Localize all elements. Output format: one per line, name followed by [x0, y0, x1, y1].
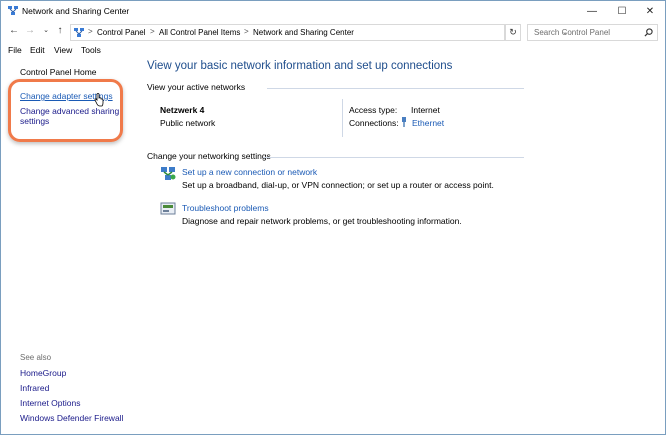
divider: [263, 157, 524, 158]
minimize-button[interactable]: —: [577, 1, 607, 21]
network-center-icon: [8, 6, 18, 15]
highlight-annotation: [8, 79, 123, 142]
breadcrumb-separator[interactable]: >: [150, 27, 155, 36]
divider-vertical: [342, 99, 343, 137]
refresh-icon[interactable]: ↻: [505, 24, 521, 41]
see-also-internet-options-link[interactable]: Internet Options: [20, 398, 80, 408]
menu-file[interactable]: File: [8, 45, 22, 55]
troubleshoot-icon: [160, 202, 176, 215]
hand-cursor-icon: [94, 93, 104, 107]
search-input[interactable]: [528, 25, 640, 40]
breadcrumb-control-panel[interactable]: Control Panel: [97, 28, 145, 37]
address-bar[interactable]: > Control Panel > All Control Panel Item…: [70, 24, 568, 41]
change-settings-heading: Change your networking settings: [147, 151, 271, 161]
search-icon[interactable]: [644, 28, 653, 37]
new-connection-icon: [161, 167, 176, 180]
breadcrumb-separator[interactable]: >: [244, 27, 249, 36]
menu-edit[interactable]: Edit: [30, 45, 45, 55]
ethernet-icon: [402, 117, 406, 127]
recent-locations-chevron-icon[interactable]: ⌄: [39, 24, 53, 38]
divider: [267, 88, 524, 89]
network-name: Netzwerk 4: [160, 105, 205, 115]
window-title: Network and Sharing Center: [22, 6, 130, 16]
menu-bar: File Edit View Tools: [1, 44, 665, 58]
see-also-firewall-link[interactable]: Windows Defender Firewall: [20, 413, 123, 423]
title-bar: Network and Sharing Center — ☐ ✕: [1, 1, 665, 21]
ethernet-connection-link[interactable]: Ethernet: [412, 118, 444, 128]
setup-connection-link[interactable]: Set up a new connection or network: [182, 167, 317, 177]
breadcrumb-network-center[interactable]: Network and Sharing Center: [253, 28, 354, 37]
see-also-infrared-link[interactable]: Infrared: [20, 383, 49, 393]
active-networks-heading: View your active networks: [147, 82, 246, 92]
see-also-homegroup-link[interactable]: HomeGroup: [20, 368, 66, 378]
access-type-label: Access type:: [349, 105, 398, 115]
setup-connection-description: Set up a broadband, dial-up, or VPN conn…: [182, 180, 494, 190]
connections-label: Connections:: [349, 118, 399, 128]
back-arrow-icon[interactable]: ←: [7, 24, 21, 38]
forward-arrow-icon[interactable]: →: [23, 24, 37, 38]
control-panel-icon: [74, 28, 84, 37]
access-type-value: Internet: [411, 105, 440, 115]
breadcrumb-all-items[interactable]: All Control Panel Items: [159, 28, 240, 37]
page-title: View your basic network information and …: [147, 60, 453, 72]
search-box[interactable]: [527, 24, 658, 41]
window: Network and Sharing Center — ☐ ✕ ← → ⌄ ↑…: [0, 0, 666, 435]
up-arrow-icon[interactable]: ↑: [53, 24, 67, 38]
close-button[interactable]: ✕: [635, 1, 665, 21]
breadcrumb-separator: >: [88, 27, 93, 36]
control-panel-home-link[interactable]: Control Panel Home: [20, 67, 97, 77]
troubleshoot-link[interactable]: Troubleshoot problems: [182, 203, 269, 213]
menu-tools[interactable]: Tools: [81, 45, 101, 55]
menu-view[interactable]: View: [54, 45, 72, 55]
troubleshoot-description: Diagnose and repair network problems, or…: [182, 216, 462, 226]
see-also-heading: See also: [20, 353, 52, 362]
maximize-button[interactable]: ☐: [607, 1, 637, 21]
network-type[interactable]: Public network: [160, 118, 215, 128]
address-row: ← → ⌄ ↑ > Control Panel > All Control Pa…: [1, 22, 665, 42]
